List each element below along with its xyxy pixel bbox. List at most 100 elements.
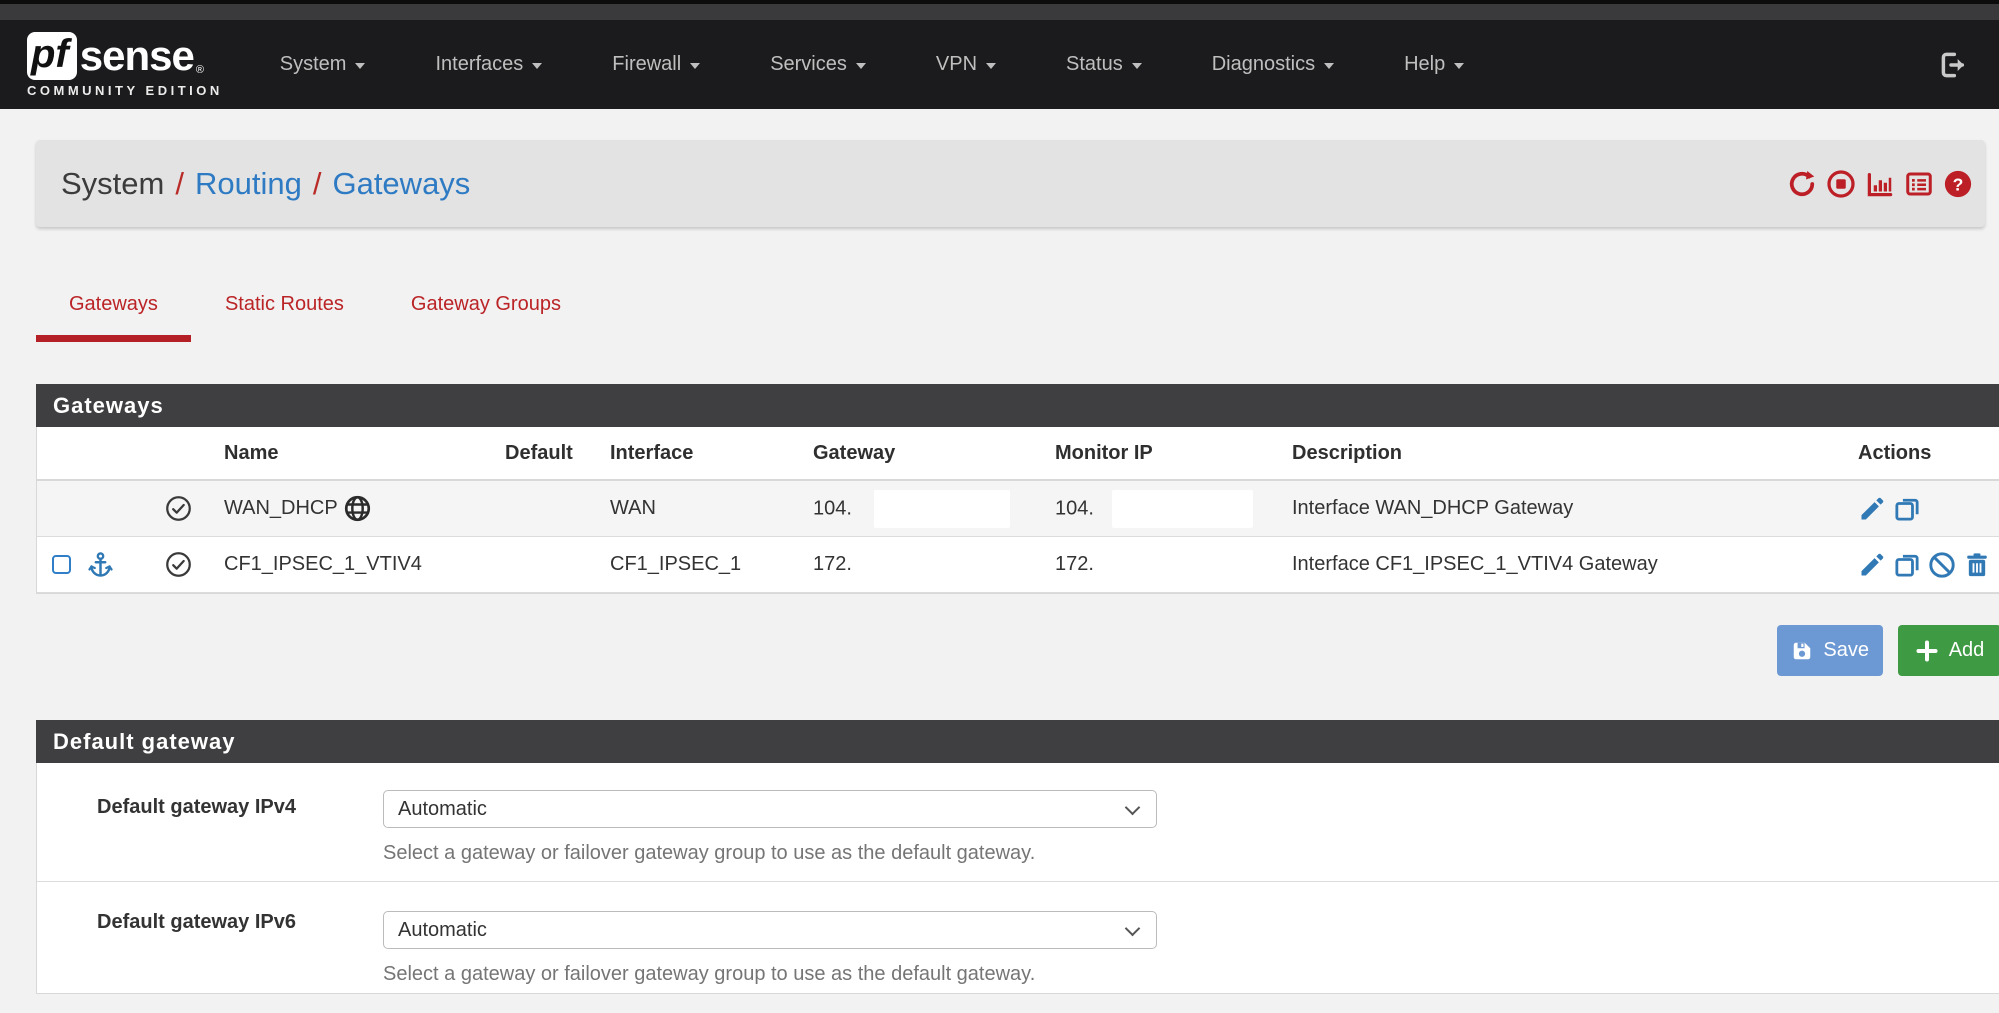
save-button-label: Save (1823, 639, 1869, 662)
stop-circle-icon[interactable] (1826, 169, 1856, 199)
breadcrumb-link-routing[interactable]: Routing (195, 166, 302, 202)
chevron-down-icon (532, 63, 542, 69)
nav-item-vpn[interactable]: VPN (901, 53, 1031, 76)
chevron-down-icon (1454, 63, 1464, 69)
chevron-down-icon (1132, 63, 1142, 69)
breadcrumb-section: System (61, 166, 164, 202)
nav-item-diagnostics[interactable]: Diagnostics (1177, 53, 1369, 76)
bar-chart-icon[interactable] (1865, 169, 1895, 199)
column-header-gateway: Gateway (813, 442, 1055, 465)
chevron-down-icon (1125, 800, 1141, 816)
gateway-online-icon (165, 495, 192, 522)
chevron-down-icon (690, 63, 700, 69)
chevron-down-icon (355, 63, 365, 69)
logo-sense-text: sense (80, 34, 194, 78)
sign-out-icon[interactable] (1937, 49, 1969, 81)
column-header-interface: Interface (610, 442, 813, 465)
disable-icon[interactable] (1928, 551, 1956, 579)
edit-icon[interactable] (1858, 551, 1886, 579)
breadcrumb: System / Routing / Gateways ? (36, 140, 1985, 227)
gateway-description: Interface WAN_DHCP Gateway (1292, 497, 1822, 520)
window-top-strip (0, 0, 1999, 20)
default-gateway-ipv6-select[interactable]: Automatic (383, 911, 1157, 949)
breadcrumb-action-icons: ? (1787, 169, 1973, 199)
chevron-down-icon (1324, 63, 1334, 69)
refresh-icon[interactable] (1787, 169, 1817, 199)
default-gateway-ipv4-label: Default gateway IPv4 (37, 763, 296, 881)
gateway-interface: CF1_IPSEC_1 (610, 553, 813, 576)
nav-item-services[interactable]: Services (735, 53, 901, 76)
help-text: Select a gateway or failover gateway gro… (383, 963, 1999, 986)
default-gateway-ipv6-label: Default gateway IPv6 (37, 882, 296, 993)
default-gateway-panel: Default gateway Default gateway IPv4 Aut… (36, 720, 1999, 994)
column-header-actions: Actions (1822, 442, 1999, 465)
nav-item-help[interactable]: Help (1369, 53, 1499, 76)
form-row-ipv4: Default gateway IPv4 Automatic Select a … (37, 763, 1999, 882)
add-button-label: Add (1949, 639, 1985, 662)
default-gateway-panel-title: Default gateway (36, 720, 1999, 763)
page-content: System / Routing / Gateways ? Gateways S… (0, 140, 1999, 994)
nav-item-status[interactable]: Status (1031, 53, 1177, 76)
chevron-down-icon (986, 63, 996, 69)
list-icon[interactable] (1904, 169, 1934, 199)
breadcrumb-separator: / (175, 166, 184, 202)
nav-item-system[interactable]: System (245, 53, 401, 76)
monitor-ip: 172. (1055, 553, 1094, 575)
tab-gateway-groups[interactable]: Gateway Groups (378, 293, 594, 342)
plus-icon (1915, 639, 1939, 663)
save-icon (1791, 640, 1813, 662)
gateway-name: WAN_DHCP (224, 497, 338, 520)
column-header-default: Default (505, 442, 610, 465)
edit-icon[interactable] (1858, 495, 1886, 523)
nav-item-interfaces[interactable]: Interfaces (400, 53, 577, 76)
logo-pf-badge: pf (27, 32, 77, 80)
svg-text:?: ? (1953, 174, 1964, 194)
tab-gateways[interactable]: Gateways (36, 293, 191, 342)
chevron-down-icon (1125, 921, 1141, 937)
delete-icon[interactable] (1963, 551, 1991, 579)
table-buttons: Save Add (36, 625, 1999, 676)
registered-mark: ® (196, 64, 204, 76)
selected-value: Automatic (398, 919, 487, 942)
default-gateway-ipv4-select[interactable]: Automatic (383, 790, 1157, 828)
anchor-icon[interactable] (87, 551, 114, 578)
table-header-row: Name Default Interface Gateway Monitor I… (37, 427, 1999, 481)
gateways-table: Name Default Interface Gateway Monitor I… (36, 427, 1999, 594)
help-text: Select a gateway or failover gateway gro… (383, 842, 1999, 865)
form-row-ipv6: Default gateway IPv6 Automatic Select a … (37, 882, 1999, 993)
add-button[interactable]: Add (1898, 625, 1999, 676)
selected-value: Automatic (398, 798, 487, 821)
gateway-address: 172. (813, 553, 852, 575)
redacted-value (1112, 490, 1253, 528)
copy-icon[interactable] (1893, 495, 1921, 523)
monitor-ip: 104. (1055, 497, 1094, 519)
redacted-value (874, 490, 1010, 528)
chevron-down-icon (856, 63, 866, 69)
column-header-name: Name (218, 442, 505, 465)
nav-item-firewall[interactable]: Firewall (577, 53, 735, 76)
routing-tabs: Gateways Static Routes Gateway Groups (36, 293, 1999, 342)
gateway-online-icon (165, 551, 192, 578)
tab-static-routes[interactable]: Static Routes (192, 293, 377, 342)
column-header-description: Description (1292, 442, 1822, 465)
gateway-description: Interface CF1_IPSEC_1_VTIV4 Gateway (1292, 553, 1822, 576)
default-gateway-form: Default gateway IPv4 Automatic Select a … (36, 763, 1999, 994)
globe-icon (344, 495, 371, 522)
gateway-address: 104. (813, 497, 852, 519)
table-row: CF1_IPSEC_1_VTIV4 CF1_IPSEC_1 172. 172. … (37, 537, 1999, 593)
breadcrumb-link-gateways[interactable]: Gateways (332, 166, 470, 202)
pfsense-logo[interactable]: pf sense ® COMMUNITY EDITION (27, 32, 223, 98)
question-circle-icon[interactable]: ? (1943, 169, 1973, 199)
table-row: WAN_DHCP WAN 104. 104. Interface WAN_DHC… (37, 481, 1999, 537)
row-checkbox[interactable] (52, 555, 71, 574)
gateway-name: CF1_IPSEC_1_VTIV4 (224, 553, 422, 576)
nav-menu: System Interfaces Firewall Services VPN … (245, 53, 1499, 76)
column-header-monitor-ip: Monitor IP (1055, 442, 1292, 465)
gateway-interface: WAN (610, 497, 813, 520)
copy-icon[interactable] (1893, 551, 1921, 579)
logo-subtitle: COMMUNITY EDITION (27, 83, 223, 98)
save-button[interactable]: Save (1777, 625, 1883, 676)
breadcrumb-separator: / (313, 166, 322, 202)
main-navbar: pf sense ® COMMUNITY EDITION System Inte… (0, 20, 1999, 109)
gateways-panel: Gateways Name Default Interface Gateway … (36, 384, 1999, 594)
